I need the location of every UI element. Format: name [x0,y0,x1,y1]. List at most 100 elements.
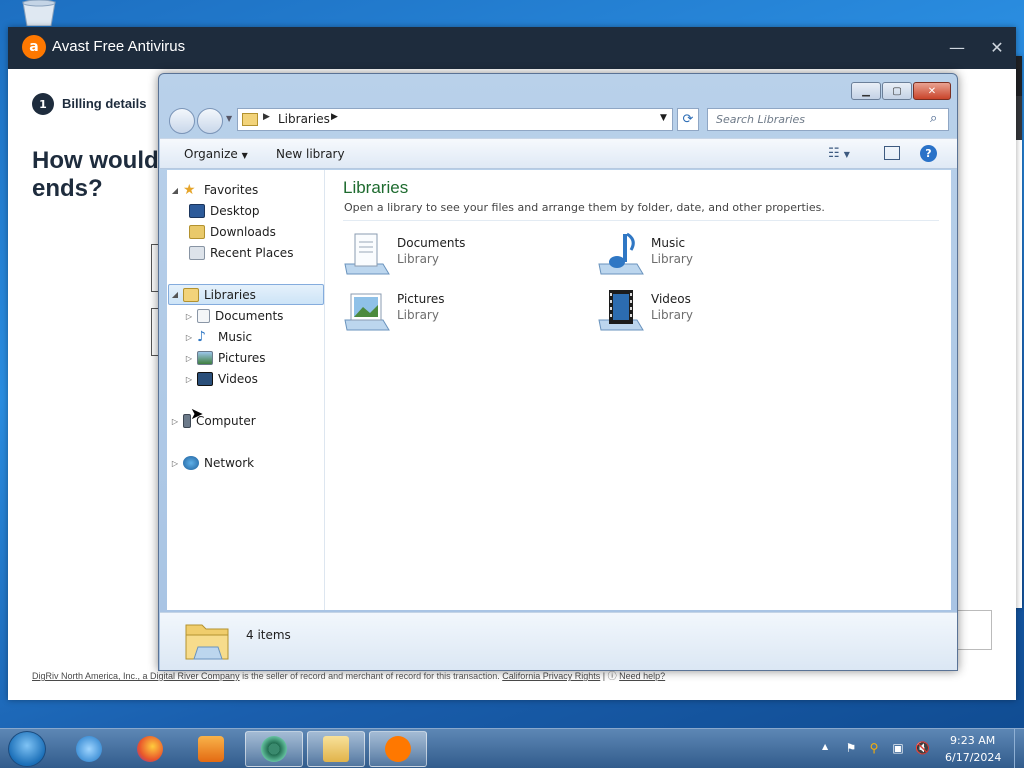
recent-pages-chevron-icon[interactable]: ▼ [226,114,232,123]
nav-label: Documents [215,309,284,323]
page-title: Libraries [343,178,409,197]
refresh-button[interactable]: ⟳ [677,108,699,131]
nav-label: Favorites [204,183,259,197]
library-pictures[interactable]: Pictures Library [343,286,563,336]
documents-icon [197,309,210,323]
taskbar-explorer[interactable] [307,731,365,767]
forward-button[interactable] [197,108,223,134]
help-link[interactable]: Need help? [619,671,665,681]
internet-explorer-icon [76,736,102,762]
address-bar[interactable]: ▶ Libraries ▶ ▼ [237,108,673,131]
expanded-arrow-icon[interactable]: ◢ [169,186,181,195]
chevron-down-icon: ▼ [241,151,248,160]
search-placeholder: Search Libraries [716,113,806,126]
show-hidden-icons-icon[interactable]: ▲ [822,742,828,751]
clock-time[interactable]: 9:23 AM [950,734,995,747]
collapsed-arrow-icon[interactable]: ▷ [169,459,181,468]
nav-item-recent-places[interactable]: Recent Places [187,243,293,263]
change-view-button[interactable]: ☷ ▼ [828,146,850,161]
collapsed-arrow-icon[interactable]: ▷ [183,375,195,384]
library-music[interactable]: Music Library [597,230,817,280]
breadcrumb-arrow-icon[interactable]: ▶ [263,112,270,122]
nav-label: Videos [218,372,258,386]
library-folder-icon [185,624,229,660]
nav-item-downloads[interactable]: Downloads [187,222,276,242]
taskbar-firefox[interactable] [121,731,179,767]
media-player-icon [198,736,224,762]
avast-logo-icon: a [22,35,46,59]
back-button[interactable] [169,108,195,134]
network-tray-icon[interactable]: ▣ [891,741,905,755]
nav-item-libraries[interactable]: ◢ Libraries [168,284,324,305]
library-documents[interactable]: Documents Library [343,230,563,280]
library-type: Library [397,308,439,322]
avast-close-button[interactable]: ✕ [986,37,1008,59]
recycle-bin-icon[interactable] [20,0,58,26]
taskbar-internet-explorer[interactable] [60,731,118,767]
collapsed-arrow-icon[interactable]: ▷ [183,354,195,363]
explorer-window: ▁ ▢ ✕ ▼ ▶ Libraries ▶ ▼ ⟳ Search Librari… [158,73,958,671]
minimize-button[interactable]: ▁ [851,82,881,100]
nav-item-videos[interactable]: ▷ Videos [183,369,258,389]
nav-label: Desktop [210,204,260,218]
close-button[interactable]: ✕ [913,82,951,100]
search-input[interactable]: Search Libraries ⌕ [707,108,949,131]
help-button[interactable]: ? [920,145,937,162]
search-tray-icon[interactable]: ⚲ [867,741,881,755]
step-number-badge: 1 [32,93,54,115]
videos-library-icon [598,290,644,331]
organize-button[interactable]: Organize ▼ [184,147,248,161]
breadcrumb-libraries[interactable]: Libraries [278,112,330,126]
details-pane: 4 items [160,612,957,670]
help-icon: ⓘ [607,671,620,681]
clock-date[interactable]: 6/17/2024 [945,751,1001,764]
star-icon: ★ [183,182,196,198]
action-center-flag-icon[interactable]: ⚑ [844,741,858,755]
library-name: Music [651,236,686,250]
collapsed-arrow-icon[interactable]: ▷ [169,417,181,426]
library-folder-icon [242,113,258,126]
nav-item-network[interactable]: ▷ Network [169,453,254,473]
breadcrumb-arrow-icon[interactable]: ▶ [331,112,338,122]
nav-label: Computer [196,414,256,428]
address-dropdown-icon[interactable]: ▼ [660,113,667,123]
nav-item-pictures[interactable]: ▷ Pictures [183,348,266,368]
collapsed-arrow-icon[interactable]: ▷ [183,333,195,342]
taskbar-avast[interactable] [369,731,427,767]
show-desktop-button[interactable] [1014,729,1024,768]
nav-item-music[interactable]: ▷ ♪ Music [183,327,252,347]
pictures-icon [197,351,213,365]
preview-pane-button[interactable] [884,146,900,160]
page-subtitle: Open a library to see your files and arr… [344,201,825,214]
divider [343,220,939,221]
volume-muted-icon[interactable]: 🔇 [915,741,930,755]
privacy-link[interactable]: California Privacy Rights [502,671,600,681]
library-name: Videos [651,292,691,306]
nav-label: Network [204,456,255,470]
downloads-folder-icon [189,225,205,239]
library-name: Pictures [397,292,445,306]
nav-item-computer[interactable]: ▷ Computer [169,411,256,431]
nav-item-documents[interactable]: ▷ Documents [183,306,283,326]
nav-item-desktop[interactable]: Desktop [187,201,260,221]
start-button[interactable] [8,731,46,767]
avast-side-box [956,610,992,650]
search-icon[interactable]: ⌕ [930,111,937,126]
footer-separator: | [600,671,608,681]
expanded-arrow-icon[interactable]: ◢ [169,290,181,299]
nav-item-favorites[interactable]: ◢ ★ Favorites [169,180,258,200]
step-label: Billing details [62,96,147,111]
seller-link[interactable]: DigRiv North America, Inc., a Digital Ri… [32,671,240,681]
maximize-button[interactable]: ▢ [882,82,912,100]
avast-minimize-button[interactable]: — [946,37,968,59]
taskbar-chrome[interactable] [245,731,303,767]
command-bar: Organize ▼ New library ☷ ▼ ? [160,138,957,169]
content-pane: Libraries Open a library to see your fil… [325,170,951,610]
library-name: Documents [397,236,466,250]
collapsed-arrow-icon[interactable]: ▷ [183,312,195,321]
nav-label: Downloads [210,225,276,239]
taskbar-media-player[interactable] [182,731,240,767]
avast-window-title: Avast Free Antivirus [52,38,186,55]
library-videos[interactable]: Videos Library [597,286,817,336]
new-library-button[interactable]: New library [276,147,345,161]
